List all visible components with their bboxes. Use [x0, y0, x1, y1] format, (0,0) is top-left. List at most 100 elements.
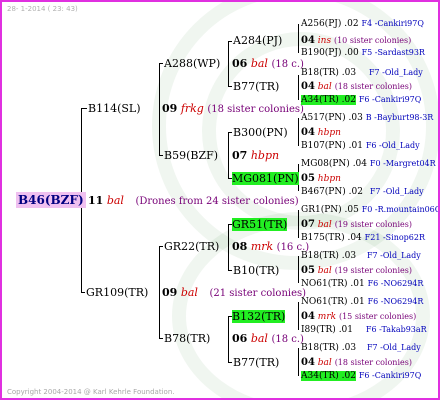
gen3-c-queen[interactable]: B300(PN) [233, 127, 288, 139]
gen2-d-queen[interactable]: B78(TR) [164, 333, 210, 345]
gen4-year: .02 [341, 371, 356, 381]
gen4-queen-name[interactable]: A517(PN) [301, 113, 346, 123]
gen4-row[interactable]: A34(TR) .02 F6 -Cankiri97Q [301, 370, 421, 382]
gen4-queen-name[interactable]: MG08(PN) [301, 159, 350, 169]
gen3-g-race: mrk [317, 312, 337, 322]
gen3-a-queen[interactable]: A284(PJ) [233, 35, 282, 47]
gen3-g-queen[interactable]: B132(TR) [232, 310, 286, 323]
gen4-year: .02 [341, 95, 356, 105]
gen3-d-queen-name[interactable]: MG081(PN) [232, 172, 299, 185]
gen4-queen-name[interactable]: B18(TR) [301, 343, 339, 353]
gen4-year: .03 [341, 251, 357, 261]
root-queen[interactable]: B46(BZF) [16, 192, 86, 208]
gen4-year: .01 [348, 141, 363, 151]
gen2-c-mating: 08 mrk (16 c.) [232, 241, 309, 254]
gen3-b-race: bal [317, 82, 332, 92]
gen4-row[interactable]: A517(PN) .03 B -Bayburt98-3R [301, 112, 433, 124]
gen3-g-queen-name[interactable]: B132(TR) [232, 310, 286, 323]
gen4-queen-name[interactable]: B107(PN) [301, 141, 346, 151]
root-queen-name[interactable]: B46(BZF) [16, 192, 86, 208]
gen3-a-mating: 04 ins (10 sister colonies) [301, 35, 411, 47]
gen3-h-queen[interactable]: B77(TR) [233, 357, 279, 369]
gen4-queen-name[interactable]: NO61(TR) [301, 297, 348, 307]
gen3-f-queen[interactable]: B10(TR) [233, 265, 279, 277]
gen3-h-num: 04 [301, 357, 315, 368]
gen4-queen-name[interactable]: GR1(PN) [301, 205, 342, 215]
gen2-c-race: mrk [250, 240, 274, 253]
gen4-row[interactable]: GR1(PN) .05 F0 -R.mountain06Q [301, 204, 438, 216]
gen4-row[interactable]: A34(TR) .02 F6 -Cankiri97Q [301, 94, 421, 106]
gen4-info: F6 -NO6294R [367, 279, 424, 288]
connector-line [228, 362, 232, 363]
gen4-row[interactable]: NO61(TR) .01 F6 -NO6294R [301, 278, 423, 290]
gen3-g-remark: (15 sister colonies) [338, 312, 417, 321]
gen4-queen-name[interactable]: B18(TR) [301, 251, 339, 261]
gen3-e-queen-name[interactable]: GR51(TR) [232, 218, 288, 231]
gen4-queen-name[interactable]: B190(PJ) [301, 48, 341, 58]
gen4-queen-name[interactable]: A34(TR) [301, 371, 339, 381]
connector-line [81, 292, 85, 293]
gen2-b-queen[interactable]: B59(BZF) [164, 150, 218, 162]
gen3-c-race: hbpn [317, 128, 341, 138]
gen4-year: .01 [350, 297, 365, 307]
gen3-b-mating: 04 bal (18 sister colonies) [301, 81, 412, 93]
gen4-row[interactable]: I89(TR) .01 F6 -Takab93aR [301, 324, 427, 336]
gen2-b-num: 07 [232, 149, 248, 162]
connector-line [228, 86, 232, 87]
gen2-d-remark: (18 c.) [271, 334, 304, 345]
gen3-e-queen[interactable]: GR51(TR) [232, 218, 288, 231]
gen2-d-mating: 06 bal (18 c.) [232, 333, 304, 346]
gen3-d-queen[interactable]: MG081(PN) [232, 172, 299, 185]
gen4-row[interactable]: MG08(PN) .04 F0 -Margret04R [301, 158, 436, 170]
gen4-queen-name[interactable]: B18(TR) [301, 68, 339, 78]
gen4-queen-name[interactable]: A34(TR) [301, 95, 339, 105]
gen4-queen-name[interactable]: B175(TR) [301, 233, 345, 243]
gen4-year: .03 [341, 68, 357, 78]
gen4-year: .03 [348, 113, 363, 123]
gen2-a-remark: (18 c.) [271, 59, 304, 70]
root-race: bal [106, 194, 124, 207]
gen4-info: F4 -Cankiri97Q [361, 19, 424, 28]
gen2-c-queen[interactable]: GR22(TR) [164, 241, 219, 253]
connector-line [159, 63, 160, 155]
gen4-row[interactable]: A256(PJ) .02 F4 -Cankiri97Q [301, 18, 424, 30]
gen1-top-mating: 09 frkg (18 sister colonies) [162, 103, 304, 116]
gen4-row[interactable]: B107(PN) .01 F6 -Old_Lady [301, 140, 420, 152]
gen4-row[interactable]: B18(TR) .03 F7 -Old_Lady [301, 67, 423, 79]
gen3-f-mating: 05 bal (19 sister colonies) [301, 265, 412, 277]
gen4-queen-name[interactable]: A256(PJ) [301, 19, 341, 29]
gen2-a-race: bal [250, 57, 268, 70]
gen2-d-race: bal [250, 332, 268, 345]
connector-line [298, 348, 299, 376]
connector-line [159, 338, 163, 339]
gen2-a-queen[interactable]: A288(WP) [164, 58, 220, 70]
gen4-row[interactable]: B18(TR) .03 F7 -Old_Lady [301, 250, 421, 262]
gen4-queen-name[interactable]: B467(PN) [301, 187, 346, 197]
gen2-a-mating: 06 bal (18 c.) [232, 58, 304, 71]
gen3-a-num: 04 [301, 35, 315, 46]
gen4-queen-highlight[interactable]: A34(TR) .02 [301, 95, 356, 105]
datestamp: 28- 1-2014 ( 23: 43) [7, 5, 78, 13]
gen3-b-queen[interactable]: B77(TR) [233, 81, 279, 93]
gen4-queen-name[interactable]: I89(TR) [301, 325, 336, 335]
root-remark: (Drones from 24 sister colonies) [135, 196, 299, 207]
gen3-e-mating: 07 bal (19 sister colonies) [301, 219, 412, 231]
gen4-queen-highlight[interactable]: A34(TR) .02 [301, 371, 356, 381]
gen2-d-num: 06 [232, 332, 248, 345]
gen4-row[interactable]: B175(TR) .04 F21 -Sinop62R [301, 232, 425, 244]
gen4-info: B -Bayburt98-3R [365, 113, 434, 122]
gen4-row[interactable]: B467(PN) .02 F7 -Old_Lady [301, 186, 424, 198]
gen4-row[interactable]: B18(TR) .03 F7 -Old_Lady [301, 342, 421, 354]
gen1-bottom-queen[interactable]: GR109(TR) [86, 287, 148, 299]
gen4-queen-name[interactable]: NO61(TR) [301, 279, 348, 289]
connector-line [228, 316, 229, 362]
gen4-info: F6 -Cankiri97Q [358, 371, 422, 380]
gen1-top-queen[interactable]: B114(SL) [88, 103, 141, 115]
gen4-info: F7 -Old_Lady [368, 68, 423, 77]
connector-line [228, 132, 229, 178]
gen4-row[interactable]: B190(PJ) .00 F5 -Sardast93R [301, 47, 425, 59]
gen4-info: F6 -Takab93aR [365, 325, 427, 334]
gen4-row[interactable]: NO61(TR) .01 F6 -NO6294R [301, 296, 423, 308]
gen1-top-num: 09 [162, 102, 178, 115]
connector-line [81, 108, 87, 109]
